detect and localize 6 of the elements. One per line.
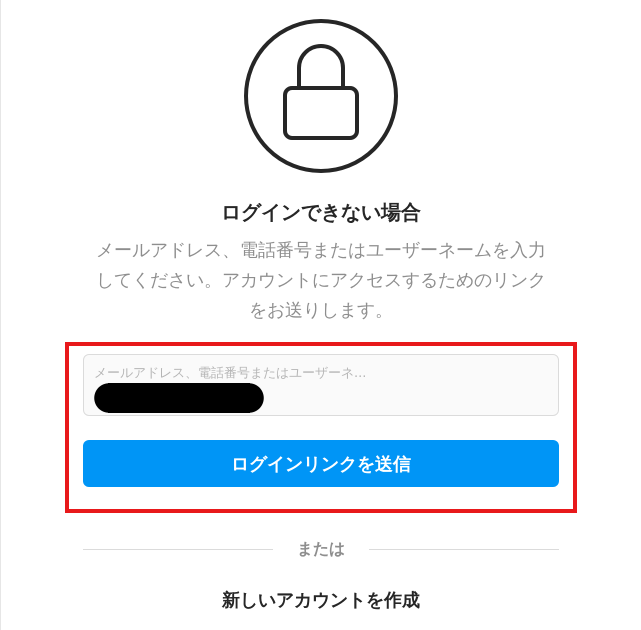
create-account-link[interactable]: 新しいアカウントを作成	[222, 588, 420, 612]
divider-label: または	[297, 539, 345, 560]
page-title: ログインできない場合	[221, 199, 421, 226]
instructions-text: メールアドレス、電話番号またはユーザーネームを入力してください。アカウントにアクセスするためのリンクをお送りします。	[95, 239, 547, 323]
lock-icon	[243, 18, 399, 174]
account-field[interactable]: メールアドレス、電話番号またはユーザーネ...	[83, 354, 559, 416]
